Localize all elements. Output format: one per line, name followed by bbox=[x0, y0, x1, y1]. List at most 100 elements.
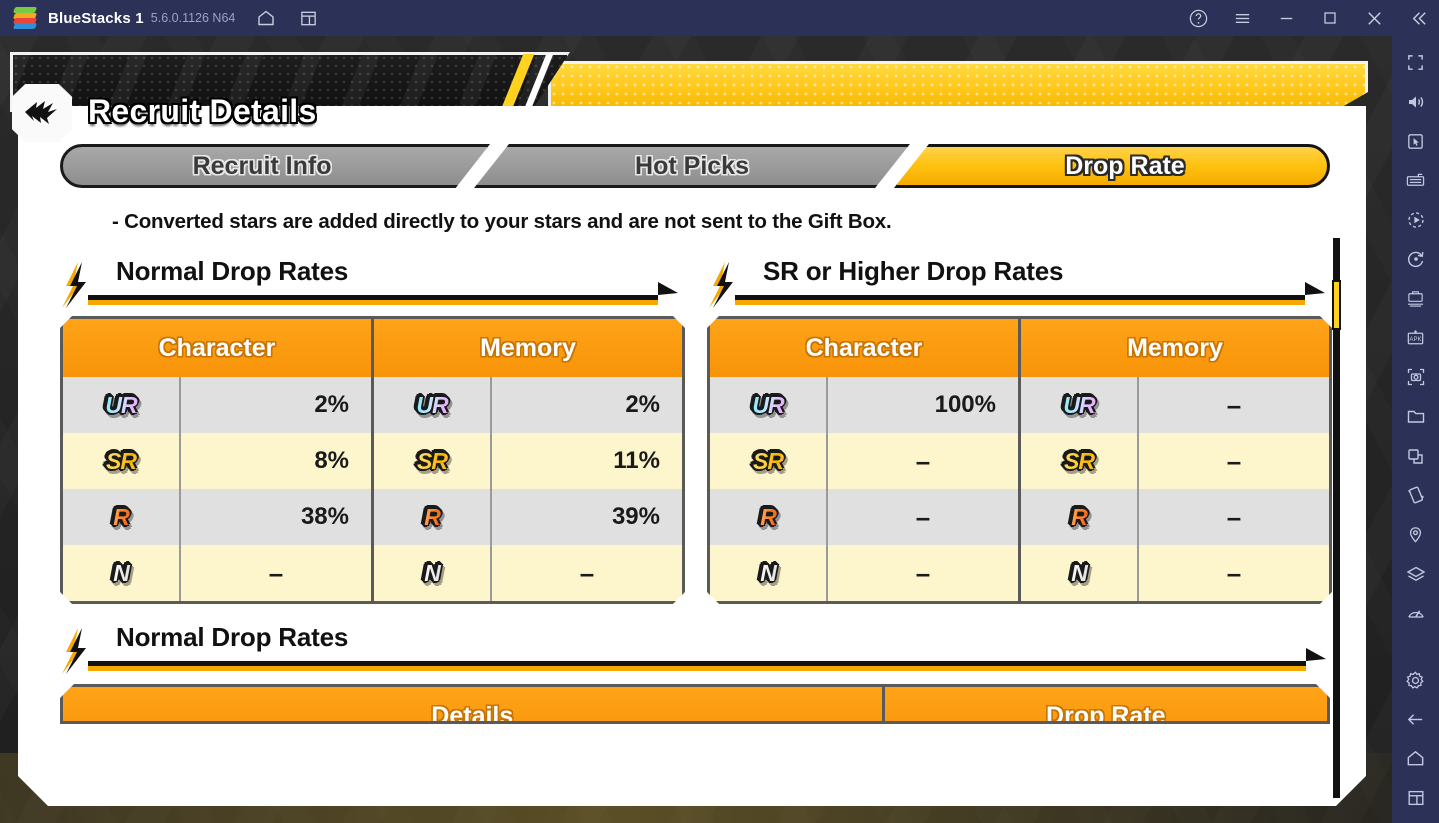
collapse-sidebar-icon[interactable] bbox=[1407, 7, 1429, 29]
memory-column: UR 2% SR 11% R 39% N – bbox=[371, 377, 682, 601]
android-home-icon[interactable] bbox=[1401, 744, 1431, 773]
rate-value: 8% bbox=[314, 447, 349, 474]
memory-column: UR – SR – R – N – bbox=[1018, 377, 1329, 601]
table-row: N – bbox=[1021, 545, 1329, 601]
rarity-badge-ur: UR bbox=[100, 391, 141, 420]
rarity-badge-cell: N bbox=[1021, 545, 1139, 601]
minimize-icon[interactable] bbox=[1275, 7, 1297, 29]
rarity-badge-r: R bbox=[108, 503, 134, 532]
table-row: R – bbox=[1021, 489, 1329, 545]
rate-value: – bbox=[915, 501, 931, 532]
column-header-drop-rate: Drop Rate bbox=[882, 687, 1327, 724]
menu-icon[interactable] bbox=[1231, 7, 1253, 29]
sr-higher-drop-rate-table: Character Memory UR 100% SR – R – N – UR… bbox=[707, 316, 1332, 604]
lightning-arrow-icon bbox=[12, 84, 72, 142]
table-header-row: Details Drop Rate bbox=[63, 687, 1327, 724]
column-header-character: Character bbox=[710, 319, 1018, 377]
recent-apps-icon[interactable] bbox=[1401, 784, 1431, 813]
performance-icon[interactable] bbox=[1401, 599, 1431, 628]
column-header-memory: Memory bbox=[371, 319, 682, 377]
rarity-badge-cell: SR bbox=[63, 433, 181, 489]
section-arrow-icon bbox=[1306, 648, 1328, 670]
table-row: N – bbox=[710, 545, 1018, 601]
install-apk-icon[interactable]: APK bbox=[1401, 323, 1431, 352]
tab-drop-rate[interactable]: Drop Rate bbox=[894, 144, 1330, 188]
rate-value: 100% bbox=[934, 391, 996, 418]
back-icon[interactable] bbox=[1401, 705, 1431, 734]
table-row: UR 2% bbox=[374, 377, 682, 433]
scrollbar-thumb[interactable] bbox=[1332, 280, 1341, 330]
rarity-badge-n: N bbox=[419, 559, 445, 588]
keyboard-controls-icon[interactable] bbox=[1401, 166, 1431, 195]
rarity-badge-r: R bbox=[755, 503, 781, 532]
table-row: R – bbox=[710, 489, 1018, 545]
svg-text:APK: APK bbox=[1409, 336, 1421, 343]
table-row: SR – bbox=[710, 433, 1018, 489]
rarity-badge-cell: N bbox=[374, 545, 492, 601]
section-arrow-icon bbox=[1305, 282, 1327, 304]
table-row: SR – bbox=[1021, 433, 1329, 489]
rarity-badge-cell: UR bbox=[1021, 377, 1139, 433]
cursor-icon[interactable] bbox=[1401, 127, 1431, 156]
rate-value: – bbox=[1226, 501, 1242, 532]
rarity-badge-sr: SR bbox=[412, 447, 452, 476]
section-header-sr-higher: SR or Higher Drop Rates bbox=[707, 256, 1332, 308]
game-viewport[interactable]: Recruit Details Recruit Info Hot Picks D… bbox=[0, 36, 1392, 823]
rate-value: 38% bbox=[300, 503, 349, 530]
tab-label: Drop Rate bbox=[1065, 151, 1185, 180]
rate-value: – bbox=[1226, 445, 1242, 476]
shake-icon[interactable] bbox=[1401, 481, 1431, 510]
media-folder-icon[interactable] bbox=[1401, 402, 1431, 431]
bluestacks-sidebar: APK bbox=[1392, 36, 1439, 823]
rarity-badge-cell: R bbox=[1021, 489, 1139, 545]
close-icon[interactable] bbox=[1363, 7, 1385, 29]
rarity-badge-sr: SR bbox=[748, 447, 788, 476]
column-header-memory: Memory bbox=[1018, 319, 1329, 377]
volume-icon[interactable] bbox=[1401, 87, 1431, 116]
multi-instance-manager-icon[interactable] bbox=[1401, 284, 1431, 313]
rate-value: – bbox=[268, 557, 284, 588]
rarity-badge-cell: UR bbox=[374, 377, 492, 433]
bluestacks-titlebar: BlueStacks 1 5.6.0.1126 N64 bbox=[0, 0, 1439, 36]
home-icon[interactable] bbox=[255, 7, 277, 29]
character-column: UR 100% SR – R – N – bbox=[710, 377, 1018, 601]
info-note: - Converted stars are added directly to … bbox=[112, 210, 892, 233]
section-title: Normal Drop Rates bbox=[116, 622, 349, 652]
rarity-badge-ur: UR bbox=[411, 391, 452, 420]
tab-hot-picks[interactable]: Hot Picks bbox=[474, 144, 910, 188]
table-row: SR 11% bbox=[374, 433, 682, 489]
table-row: SR 8% bbox=[63, 433, 371, 489]
rate-value: – bbox=[1226, 557, 1242, 588]
scrollbar-track[interactable] bbox=[1333, 238, 1340, 798]
column-header-details: Details bbox=[63, 687, 882, 724]
help-icon[interactable] bbox=[1187, 7, 1209, 29]
rarity-badge-cell: UR bbox=[710, 377, 828, 433]
rate-value: 39% bbox=[611, 503, 660, 530]
window-controls bbox=[1165, 7, 1439, 29]
section-rule bbox=[88, 295, 658, 302]
rarity-badge-cell: R bbox=[710, 489, 828, 545]
rarity-badge-r: R bbox=[1066, 503, 1092, 532]
layers-icon[interactable] bbox=[1401, 559, 1431, 588]
app-version: 5.6.0.1126 N64 bbox=[150, 11, 236, 25]
rate-value: – bbox=[1226, 389, 1242, 420]
tab-label: Recruit Info bbox=[192, 151, 332, 180]
multi-instance-icon[interactable] bbox=[297, 7, 319, 29]
rate-value: – bbox=[579, 557, 595, 588]
section-rule bbox=[735, 295, 1305, 302]
fullscreen-icon[interactable] bbox=[1401, 48, 1431, 77]
location-icon[interactable] bbox=[1401, 520, 1431, 549]
macro-recorder-icon[interactable] bbox=[1401, 205, 1431, 234]
rate-value: – bbox=[915, 445, 931, 476]
settings-icon[interactable] bbox=[1401, 666, 1431, 695]
copy-to-pc-icon[interactable] bbox=[1401, 441, 1431, 470]
rate-value: – bbox=[915, 557, 931, 588]
table-row: UR 2% bbox=[63, 377, 371, 433]
rarity-badge-cell: UR bbox=[63, 377, 181, 433]
tab-label: Hot Picks bbox=[635, 151, 749, 180]
rotate-icon[interactable] bbox=[1401, 245, 1431, 274]
rarity-badge-cell: R bbox=[374, 489, 492, 545]
tab-recruit-info[interactable]: Recruit Info bbox=[60, 144, 490, 188]
screenshot-icon[interactable] bbox=[1401, 363, 1431, 392]
maximize-icon[interactable] bbox=[1319, 7, 1341, 29]
